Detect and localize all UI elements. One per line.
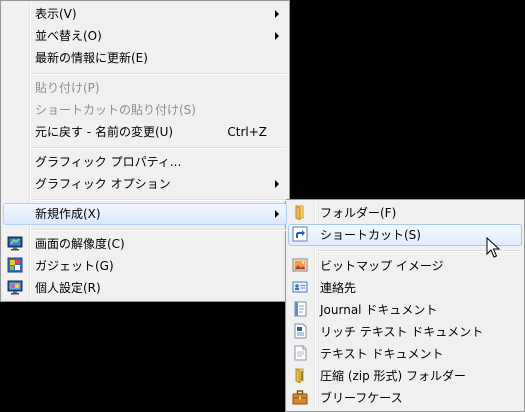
- menu-item-screen-resolution[interactable]: 画面の解像度(C): [3, 233, 287, 255]
- submenu-arrow-icon: [275, 180, 279, 188]
- personalize-icon: [7, 280, 23, 295]
- submenu-item-zip-folder[interactable]: 圧縮 (zip 形式) フォルダー: [288, 365, 522, 387]
- bitmap-image-icon: [292, 258, 308, 272]
- menu-item-label: 個人設定(R): [35, 281, 101, 295]
- menu-item-label: Journal ドキュメント: [320, 303, 438, 317]
- menu-item-label: ビットマップ イメージ: [320, 259, 444, 273]
- menu-item-label: ガジェット(G): [35, 259, 114, 273]
- mouse-cursor-icon: [486, 237, 500, 258]
- menu-item-label: ショートカット(S): [320, 228, 421, 242]
- menu-item-graphics-properties[interactable]: グラフィック プロパティ...: [3, 151, 287, 173]
- menu-item-label: テキスト ドキュメント: [320, 347, 444, 361]
- submenu-item-text[interactable]: テキスト ドキュメント: [288, 343, 522, 365]
- desktop-context-menu: 表示(V) 並べ替え(O) 最新の情報に更新(E) 貼り付け(P) ショートカッ…: [0, 0, 290, 302]
- submenu-item-journal[interactable]: Journal ドキュメント: [288, 299, 522, 321]
- menu-separator: [31, 199, 286, 200]
- zip-folder-icon: [295, 368, 304, 383]
- menu-item-refresh[interactable]: 最新の情報に更新(E): [3, 47, 287, 69]
- submenu-item-rich-text[interactable]: リッチ テキスト ドキュメント: [288, 321, 522, 343]
- menu-item-label: 貼り付け(P): [35, 81, 100, 95]
- menu-item-personalize[interactable]: 個人設定(R): [3, 277, 287, 299]
- menu-item-label: グラフィック プロパティ...: [35, 155, 182, 169]
- new-submenu: フォルダー(F) ショートカット(S) ビットマップ イメージ 連絡先 Jour…: [285, 199, 525, 412]
- text-document-icon: [294, 345, 307, 361]
- menu-item-gadgets[interactable]: ガジェット(G): [3, 255, 287, 277]
- menu-item-label: 圧縮 (zip 形式) フォルダー: [320, 369, 467, 383]
- menu-item-label: ブリーフケース: [320, 391, 403, 405]
- submenu-item-contact[interactable]: 連絡先: [288, 277, 522, 299]
- menu-item-graphics-options[interactable]: グラフィック オプション: [3, 173, 287, 195]
- menu-item-label: 最新の情報に更新(E): [35, 51, 148, 65]
- menu-item-new[interactable]: 新規作成(X): [3, 203, 287, 225]
- menu-item-label: 表示(V): [35, 7, 77, 21]
- submenu-item-folder[interactable]: フォルダー(F): [288, 202, 522, 224]
- rich-text-document-icon: [294, 323, 307, 339]
- gadgets-icon: [7, 257, 23, 273]
- submenu-arrow-icon: [275, 32, 279, 40]
- menu-item-label: 画面の解像度(C): [35, 237, 125, 251]
- display-resolution-icon: [7, 236, 23, 251]
- menu-item-label: 元に戻す - 名前の変更(U): [35, 125, 174, 139]
- menu-separator: [31, 147, 286, 148]
- menu-item-label: ショートカットの貼り付け(S): [35, 103, 196, 117]
- menu-item-label: 新規作成(X): [35, 207, 101, 221]
- menu-item-paste: 貼り付け(P): [3, 77, 287, 99]
- menu-separator: [31, 73, 286, 74]
- menu-item-shortcut: Ctrl+Z: [227, 125, 267, 139]
- journal-document-icon: [294, 301, 307, 317]
- menu-item-label: 並べ替え(O): [35, 29, 102, 43]
- menu-item-label: フォルダー(F): [320, 206, 397, 220]
- menu-item-label: リッチ テキスト ドキュメント: [320, 325, 484, 339]
- menu-item-sort-by[interactable]: 並べ替え(O): [3, 25, 287, 47]
- folder-icon: [295, 205, 304, 220]
- briefcase-icon: [292, 390, 308, 405]
- submenu-arrow-icon: [275, 10, 279, 18]
- menu-item-undo-rename[interactable]: 元に戻す - 名前の変更(U) Ctrl+Z: [3, 121, 287, 143]
- shortcut-icon: [292, 226, 308, 242]
- menu-item-view[interactable]: 表示(V): [3, 3, 287, 25]
- submenu-arrow-icon: [275, 210, 279, 218]
- menu-item-label: 連絡先: [320, 281, 357, 295]
- menu-item-paste-shortcut: ショートカットの貼り付け(S): [3, 99, 287, 121]
- menu-separator: [31, 229, 286, 230]
- contact-icon: [292, 281, 308, 293]
- submenu-item-briefcase[interactable]: ブリーフケース: [288, 387, 522, 409]
- menu-item-label: グラフィック オプション: [35, 177, 171, 191]
